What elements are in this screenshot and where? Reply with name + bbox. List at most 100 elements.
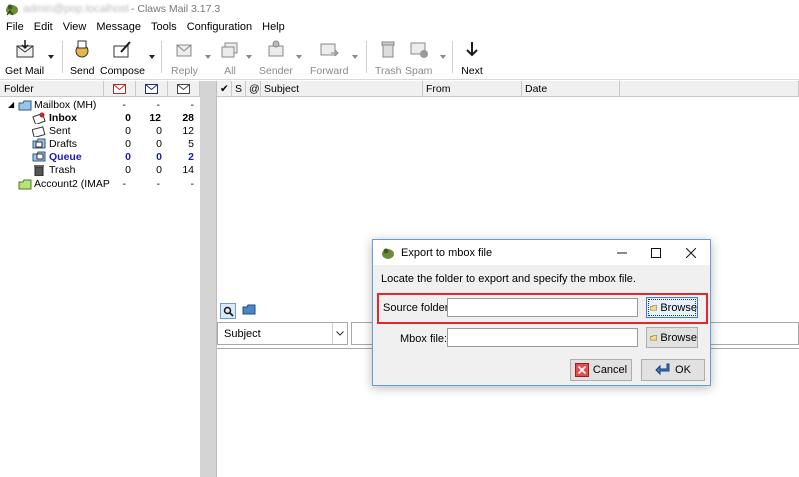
- expand-triangle-icon[interactable]: ◢: [8, 100, 14, 109]
- search-toggle-button[interactable]: [220, 303, 236, 319]
- reply-icon: [176, 44, 192, 57]
- chevron-down-icon[interactable]: [332, 323, 347, 344]
- main-toolbar: Get Mail Send Compose Reply All Sender F…: [0, 36, 799, 80]
- claws-mail-dialog-icon: [382, 248, 394, 259]
- trash-folder-icon: [34, 165, 44, 176]
- reply-sender-button[interactable]: Sender: [259, 38, 293, 78]
- all-dropdown-arrow[interactable]: [246, 55, 252, 59]
- spam-button[interactable]: Spam: [405, 38, 432, 78]
- menu-view[interactable]: View: [58, 21, 92, 33]
- next-button[interactable]: Next: [461, 38, 483, 78]
- send-icon: [75, 40, 89, 58]
- mbox-file-input[interactable]: [447, 328, 638, 347]
- reply-all-icon: [221, 42, 238, 58]
- new-mail-icon: [113, 83, 126, 94]
- reply-sender-icon: [268, 40, 284, 57]
- ok-button[interactable]: OK: [641, 359, 705, 381]
- forward-dropdown-arrow[interactable]: [352, 55, 358, 59]
- source-folder-label: Source folder:: [383, 302, 452, 314]
- folder-icon: [650, 334, 658, 340]
- col-check-header[interactable]: ✔: [217, 81, 232, 97]
- folder-icon: [650, 304, 658, 310]
- folder-search-button[interactable]: [242, 304, 256, 319]
- sender-dropdown-arrow[interactable]: [296, 55, 302, 59]
- spam-dropdown-arrow[interactable]: [440, 55, 446, 59]
- minimize-icon: [617, 252, 627, 253]
- minimize-button[interactable]: [605, 240, 639, 265]
- quick-search-bar: [217, 302, 256, 320]
- total-mail-icon: [177, 83, 190, 94]
- send-button[interactable]: Send: [70, 38, 95, 78]
- mailbox-icon: [18, 100, 32, 111]
- account-email: admin@pop.localhost: [23, 3, 129, 15]
- window-titlebar: admin@pop.localhost - Claws Mail 3.17.3: [0, 0, 799, 18]
- menu-tools[interactable]: Tools: [146, 21, 182, 33]
- next-icon: [466, 42, 478, 57]
- folder-row-trash[interactable]: Trash 0 0 14: [0, 164, 200, 177]
- reply-button[interactable]: Reply: [171, 38, 198, 78]
- window-title: - Claws Mail 3.17.3: [130, 3, 221, 15]
- compose-button[interactable]: Compose: [100, 38, 145, 78]
- queue-icon: [32, 151, 46, 162]
- maximize-button[interactable]: [639, 240, 673, 265]
- folder-column-header[interactable]: Folder: [0, 81, 104, 97]
- pane-separator[interactable]: [200, 81, 216, 477]
- sent-icon: [32, 126, 46, 137]
- folder-row-queue[interactable]: Queue 0 0 2: [0, 151, 200, 164]
- menu-file[interactable]: File: [0, 21, 29, 33]
- forward-button[interactable]: Forward: [310, 38, 349, 78]
- search-icon: [223, 306, 234, 317]
- export-mbox-dialog: Export to mbox file Locate the folder to…: [372, 239, 711, 386]
- folder-row-sent[interactable]: Sent 0 0 12: [0, 125, 200, 138]
- forward-icon: [320, 43, 339, 57]
- dialog-titlebar[interactable]: Export to mbox file: [373, 240, 710, 265]
- source-folder-input[interactable]: [447, 298, 638, 317]
- unread-mail-icon: [145, 83, 158, 94]
- close-button[interactable]: [674, 240, 708, 265]
- source-browse-button[interactable]: Browse: [646, 297, 698, 318]
- col-date-header[interactable]: Date: [522, 81, 620, 97]
- folder-row-mailbox[interactable]: ◢ Mailbox (MH) - - -: [0, 99, 200, 112]
- trash-button[interactable]: Trash: [375, 38, 401, 78]
- dialog-title: Export to mbox file: [401, 246, 493, 259]
- menu-bar: File Edit View Message Tools Configurati…: [0, 18, 799, 36]
- menu-message[interactable]: Message: [91, 21, 146, 33]
- spam-icon: [410, 42, 428, 58]
- folder-row-inbox[interactable]: Inbox 0 12 28: [0, 112, 200, 125]
- get-mail-icon: [16, 40, 34, 58]
- col-status-header[interactable]: S: [232, 81, 246, 97]
- get-mail-button[interactable]: Get Mail: [5, 38, 44, 78]
- reply-dropdown-arrow[interactable]: [205, 55, 211, 59]
- menu-edit[interactable]: Edit: [29, 21, 58, 33]
- claws-mail-app-icon: [6, 4, 18, 16]
- folder-row-account2[interactable]: Account2 (IMAP - - -: [0, 178, 200, 191]
- drafts-icon: [32, 138, 46, 149]
- folder-row-drafts[interactable]: Drafts 0 0 5: [0, 138, 200, 151]
- mbox-file-label: Mbox file:: [400, 333, 448, 345]
- col-subject-header[interactable]: Subject: [261, 81, 423, 97]
- menu-configuration[interactable]: Configuration: [182, 21, 257, 33]
- search-field-select[interactable]: Subject: [217, 322, 348, 345]
- col-attachment-header[interactable]: @: [246, 81, 261, 97]
- trash-icon: [381, 41, 395, 58]
- folder-pane: Folder ◢ Mailbox (MH) - - - Inbox 0 12 2…: [0, 81, 200, 477]
- ok-arrow-icon: [655, 363, 670, 376]
- compose-icon: [113, 41, 132, 58]
- unread-column-header[interactable]: [136, 81, 168, 97]
- mbox-browse-button[interactable]: Browse: [646, 327, 698, 348]
- new-column-header[interactable]: [104, 81, 136, 97]
- compose-dropdown-arrow[interactable]: [149, 55, 155, 59]
- inbox-icon: [32, 112, 46, 124]
- cancel-icon: [574, 363, 589, 377]
- open-folder-icon: [242, 304, 256, 314]
- reply-all-button[interactable]: All: [219, 38, 241, 78]
- dialog-description: Locate the folder to export and specify …: [381, 273, 636, 285]
- total-column-header[interactable]: [168, 81, 200, 97]
- imap-account-icon: [18, 179, 32, 190]
- get-mail-dropdown-arrow[interactable]: [48, 55, 54, 59]
- col-from-header[interactable]: From: [423, 81, 522, 97]
- col-empty-header: [620, 81, 799, 97]
- menu-help[interactable]: Help: [257, 21, 290, 33]
- close-icon: [686, 247, 696, 258]
- cancel-button[interactable]: Cancel: [570, 359, 632, 381]
